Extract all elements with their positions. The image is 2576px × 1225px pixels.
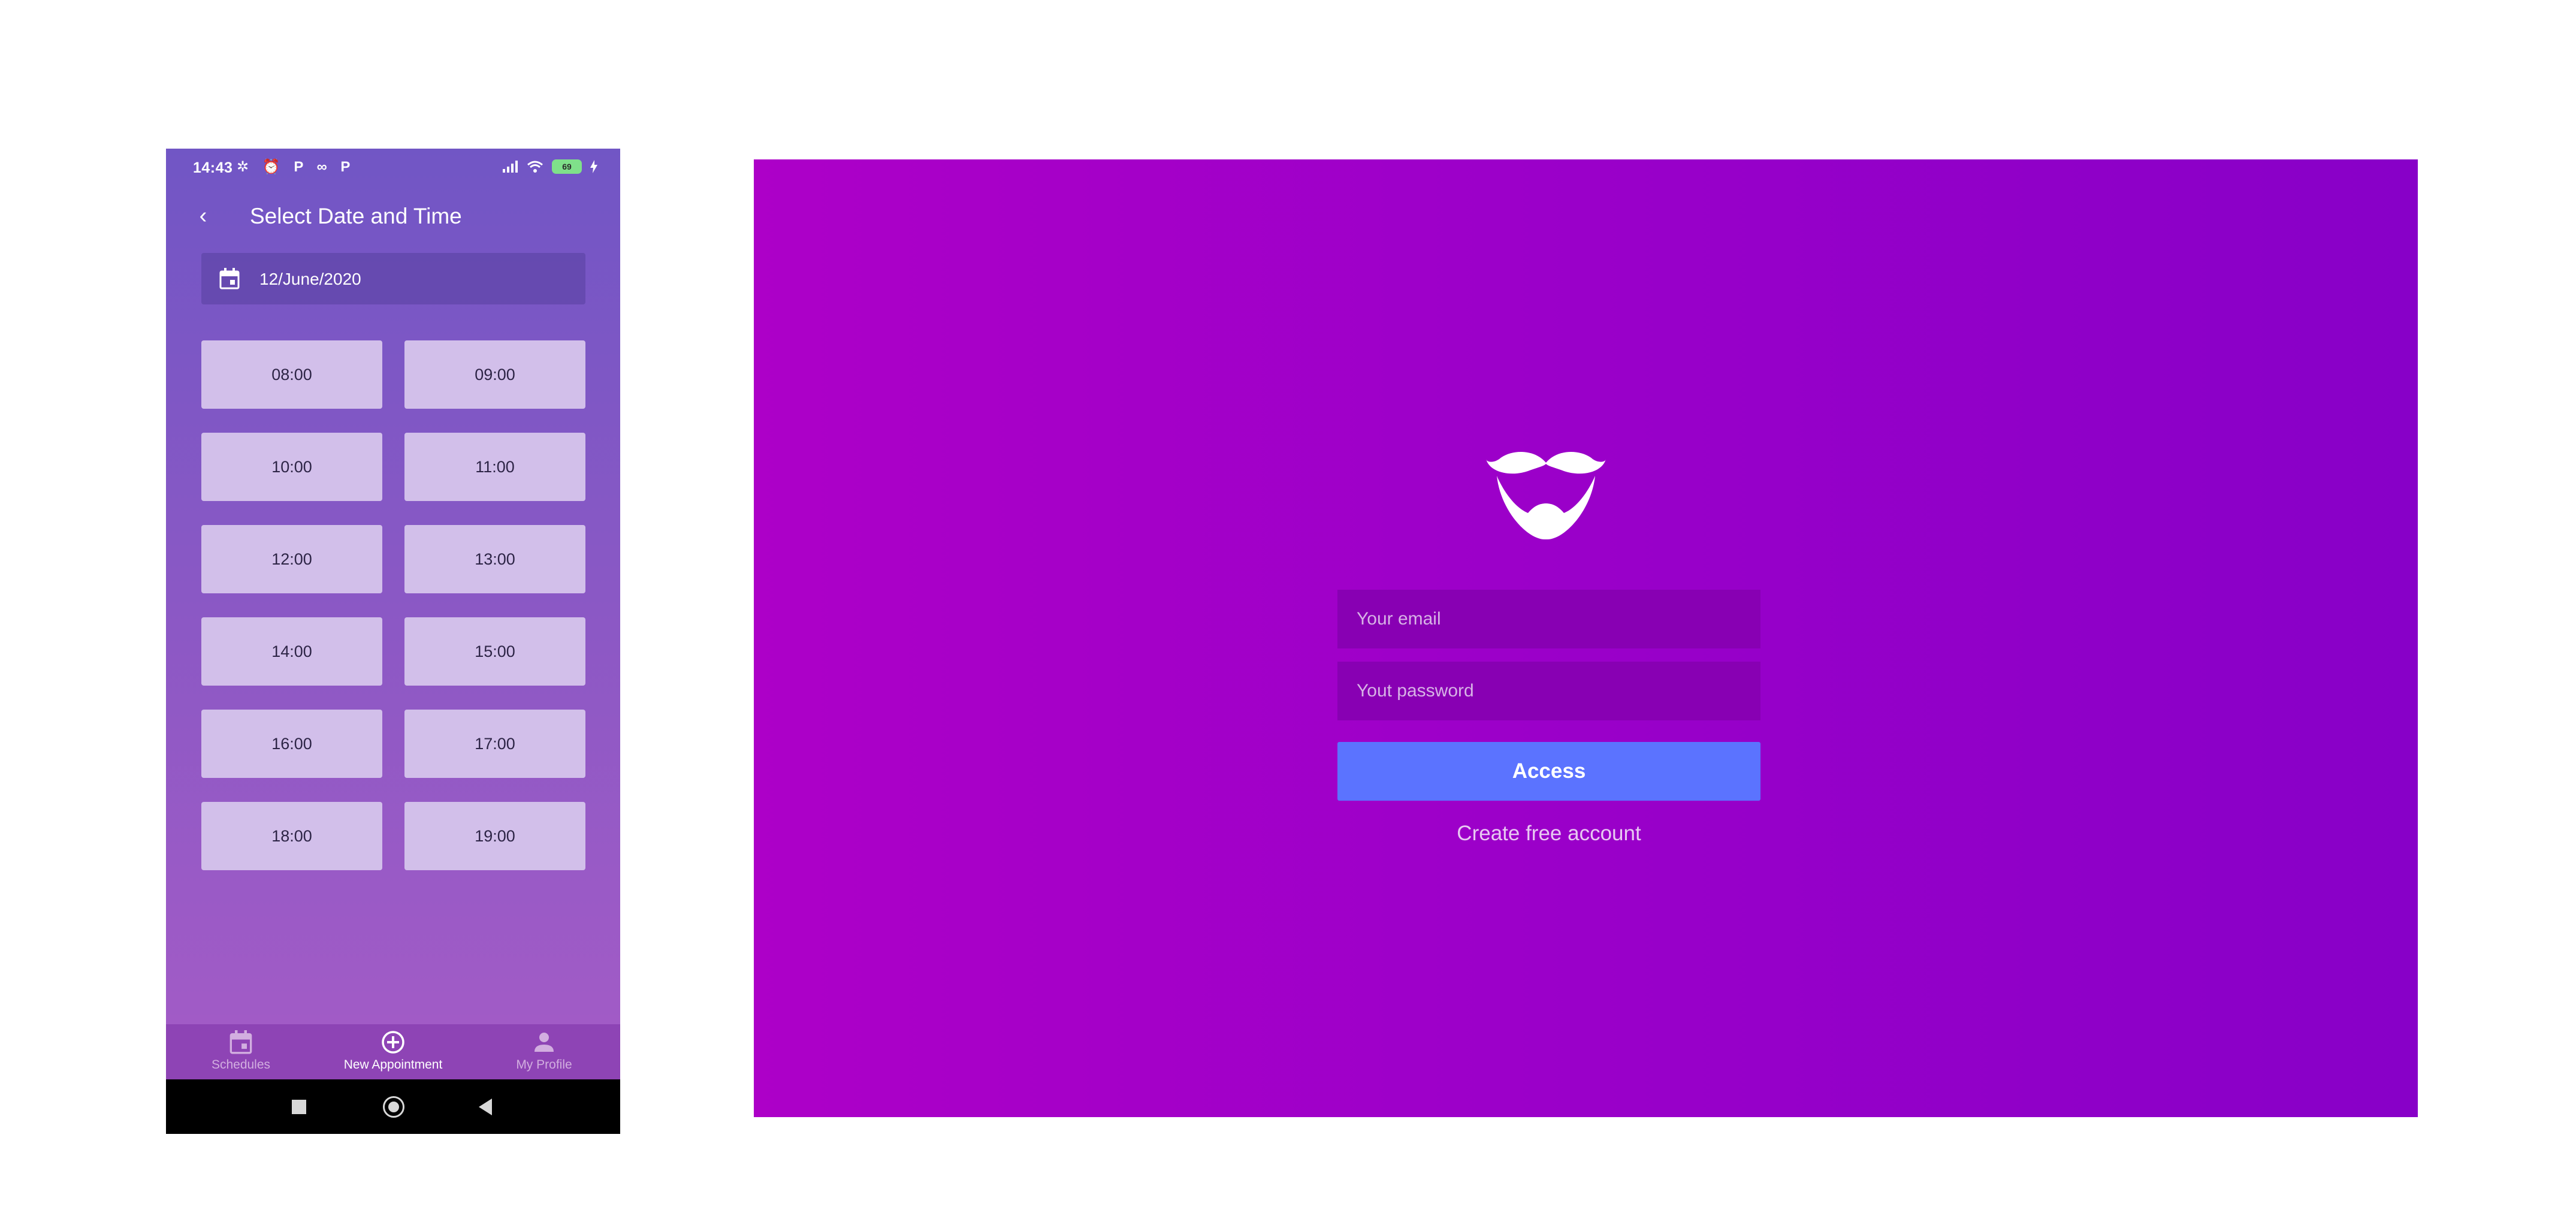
access-button[interactable]: Access [1337, 742, 1760, 801]
time-slot[interactable]: 10:00 [201, 433, 382, 501]
notification-icons: ✲ ⏰ P ∞ P [237, 159, 355, 175]
battery-indicator: 69 [552, 159, 582, 174]
time-slot[interactable]: 15:00 [404, 617, 585, 686]
web-login-screen: Access Create free account [754, 159, 2418, 1117]
time-slot[interactable]: 12:00 [201, 525, 382, 593]
create-account-link[interactable]: Create free account [1337, 822, 1760, 846]
password-input[interactable] [1337, 662, 1760, 720]
time-slot-grid: 08:00 09:00 10:00 11:00 12:00 13:00 14:0… [201, 340, 585, 870]
calendar-icon [229, 1030, 252, 1054]
email-input[interactable] [1337, 590, 1760, 648]
system-indicators: 69 [503, 159, 597, 174]
back-triangle-icon[interactable] [479, 1099, 492, 1115]
mobile-app-screen: 14:43 ✲ ⏰ P ∞ P 69 ‹ Select Date and Tim… [166, 149, 620, 1134]
status-time: 14:43 [193, 159, 233, 176]
mustache-logo [1486, 451, 1606, 540]
time-slot[interactable]: 11:00 [404, 433, 585, 501]
nav-label: New Appointment [343, 1058, 443, 1072]
selected-date: 12/June/2020 [259, 270, 361, 288]
time-slot[interactable]: 16:00 [201, 710, 382, 778]
time-slot[interactable]: 18:00 [201, 802, 382, 870]
plus-circle-icon [382, 1031, 404, 1054]
time-slot[interactable]: 08:00 [201, 340, 382, 409]
page-title: Select Date and Time [250, 204, 462, 228]
nav-item-schedules[interactable]: Schedules [175, 1024, 307, 1079]
status-bar: 14:43 ✲ ⏰ P ∞ P 69 [166, 149, 620, 189]
time-slot[interactable]: 09:00 [404, 340, 585, 409]
home-icon[interactable] [383, 1096, 404, 1118]
calendar-icon [219, 268, 240, 289]
charging-icon [590, 160, 597, 173]
nav-item-my-profile[interactable]: My Profile [478, 1024, 610, 1079]
person-icon [534, 1033, 554, 1052]
nav-item-new-appointment[interactable]: New Appointment [327, 1024, 459, 1079]
bottom-navigation: Schedules New Appointment My Profile [166, 1024, 620, 1079]
nav-label: Schedules [211, 1058, 271, 1072]
signal-icon [503, 161, 518, 173]
time-slot[interactable]: 17:00 [404, 710, 585, 778]
time-slot[interactable]: 19:00 [404, 802, 585, 870]
time-slot[interactable]: 14:00 [201, 617, 382, 686]
chevron-left-icon[interactable]: ‹ [190, 203, 216, 229]
time-slot[interactable]: 13:00 [404, 525, 585, 593]
nav-label: My Profile [516, 1058, 572, 1072]
recents-icon[interactable] [292, 1100, 306, 1114]
wifi-icon [527, 161, 543, 173]
android-navigation-bar [166, 1079, 620, 1134]
app-header: ‹ Select Date and Time [166, 189, 620, 249]
date-picker[interactable]: 12/June/2020 [201, 253, 585, 304]
